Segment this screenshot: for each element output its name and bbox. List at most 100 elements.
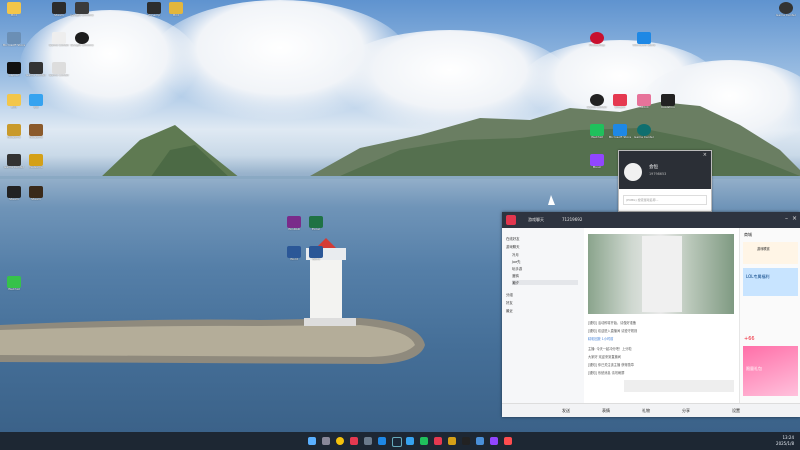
section-item[interactable]: 最近 (506, 308, 513, 313)
app-icon (637, 32, 651, 44)
desktop-icon[interactable]: Bild (162, 2, 190, 17)
desktop-icon[interactable]: Microsoft Store (0, 32, 28, 47)
profile-header: 会恒 19798653 × (619, 151, 711, 189)
chat-message: 大家好 欢迎来到直播间 (588, 355, 621, 359)
app-icon (7, 32, 21, 44)
desktop-icon[interactable]: Microsoft Store (630, 32, 658, 47)
friend-item[interactable]: 潮汐 (512, 280, 578, 285)
group-header[interactable]: 游戏聊天 (506, 244, 520, 249)
app-icon (29, 154, 43, 166)
mail-icon[interactable] (476, 437, 484, 445)
toolbar-item[interactable]: 分享 (682, 408, 690, 414)
toolbar-item[interactable]: 发送 (562, 408, 570, 414)
avatar[interactable] (624, 163, 642, 181)
chat-message: [通知] 活动即将开始，请做好准备 (588, 321, 637, 325)
folder-icon (7, 94, 21, 106)
app-icon (613, 94, 627, 106)
app-icon (52, 62, 66, 74)
taskbar: 13:24 2025/1/8 (0, 432, 800, 450)
desktop-icon[interactable]: Google Chrome (68, 32, 96, 47)
store-item-label: LOL专属福利 (746, 274, 770, 279)
doc-icon (309, 216, 323, 228)
minimize-icon[interactable]: – (785, 215, 788, 222)
settings-icon[interactable] (364, 437, 372, 445)
friend-item[interactable]: Joe先 (512, 259, 521, 264)
profile-search-input[interactable]: (PUBG) 搜索游戏名称... (623, 195, 707, 205)
video-thumbnail-center (642, 236, 682, 312)
desktop-icon[interactable]: Game Center (630, 124, 658, 139)
wechat-icon[interactable] (420, 437, 428, 445)
chat-window: 游戏聊天 71219692 × – 在线好友 游戏聊天 冷月 Joe先 玩手游 … (502, 212, 800, 417)
desktop-icon[interactable]: Kuaishou (654, 94, 682, 109)
close-icon[interactable]: × (792, 215, 797, 222)
game-icon[interactable] (448, 437, 456, 445)
store-banner[interactable]: 限量礼包 (743, 346, 798, 396)
app-icon (7, 186, 21, 198)
desktop-icon[interactable]: QQ (22, 94, 50, 109)
section-item[interactable]: 好友 (506, 300, 513, 305)
store-item-label: 限量礼包 (746, 366, 762, 371)
app-icon (661, 94, 675, 106)
chat-message: 主播: 今天一起冲分吧！上分啦 (588, 347, 632, 351)
app-icon (637, 94, 651, 106)
app-icon (637, 124, 651, 136)
desktop-icon[interactable]: Game Center (772, 2, 800, 17)
desktop-icon[interactable]: Excel (302, 216, 330, 231)
profile-id: 19798653 (649, 172, 667, 176)
desktop-icon[interactable]: Game Center (45, 62, 73, 77)
store-item[interactable]: 游戏联赛 (743, 242, 798, 264)
desktop-icon[interactable]: WeGame (22, 124, 50, 139)
folder-icon (7, 2, 21, 14)
desktop-icon[interactable]: Bild (0, 2, 28, 17)
chat-title: 游戏聊天 (528, 217, 544, 222)
steam-icon[interactable] (392, 437, 402, 447)
video-icon[interactable] (504, 437, 512, 445)
qq-icon[interactable] (406, 437, 414, 445)
music-icon[interactable] (434, 437, 442, 445)
app-icon (29, 94, 43, 106)
desktop-icon[interactable]: WeGame (22, 154, 50, 169)
profile-popup: 会恒 19798653 × (PUBG) 搜索游戏名称... (618, 150, 712, 212)
system-clock[interactable]: 13:24 2025/1/8 (776, 435, 794, 446)
store-icon[interactable] (378, 437, 386, 445)
search-icon[interactable] (322, 437, 330, 445)
desktop-icon[interactable]: Google Chrome (68, 2, 96, 17)
app-icon (52, 2, 66, 14)
folder-icon (169, 2, 183, 14)
friends-title: 在线好友 (506, 237, 520, 241)
terminal-icon[interactable] (462, 437, 470, 445)
desktop-icon[interactable]: Music (583, 154, 611, 169)
explorer-icon[interactable] (350, 437, 358, 445)
app-icon (613, 124, 627, 136)
desktop-icon[interactable]: Word (302, 246, 330, 261)
friend-item[interactable]: 冷月 (512, 252, 519, 257)
app-icon (590, 94, 604, 106)
app-icon (590, 124, 604, 136)
friend-item[interactable]: 渡鸦 (512, 273, 519, 278)
close-icon[interactable]: × (703, 152, 707, 158)
section-item[interactable]: 分组 (506, 292, 513, 297)
doc-icon (287, 246, 301, 258)
app-icon (287, 216, 301, 228)
desktop-icon[interactable]: Photoshop (583, 32, 611, 47)
app-icon (7, 124, 21, 136)
app-logo-icon (506, 215, 516, 225)
toolbar-item[interactable]: 礼物 (642, 408, 650, 414)
app-icon (590, 154, 604, 166)
chrome-icon[interactable] (336, 437, 344, 445)
store-item-label: 游戏联赛 (757, 247, 770, 251)
toolbar-item[interactable]: 表情 (602, 408, 610, 414)
start-icon[interactable] (308, 437, 316, 445)
chat-message: [通知] 欢迎进入直播间 请遵守规则 (588, 329, 638, 333)
toolbar-item[interactable]: 设置 (732, 408, 740, 414)
chat-message: [通知] 系统消息 请勿刷屏 (588, 371, 625, 375)
friend-item[interactable]: 玩手游 (512, 266, 522, 271)
chat-titlebar: 游戏聊天 71219692 × – (502, 212, 800, 228)
store-price: +66 (744, 336, 755, 342)
photos-icon[interactable] (490, 437, 498, 445)
app-icon (590, 32, 604, 44)
desktop-icon[interactable]: Steam (22, 186, 50, 201)
store-panel: 商城 游戏联赛 LOL专属福利 +66 限量礼包 (739, 228, 800, 403)
desktop-icon[interactable]: WeChat (0, 276, 28, 291)
store-banner[interactable]: LOL专属福利 (743, 268, 798, 296)
